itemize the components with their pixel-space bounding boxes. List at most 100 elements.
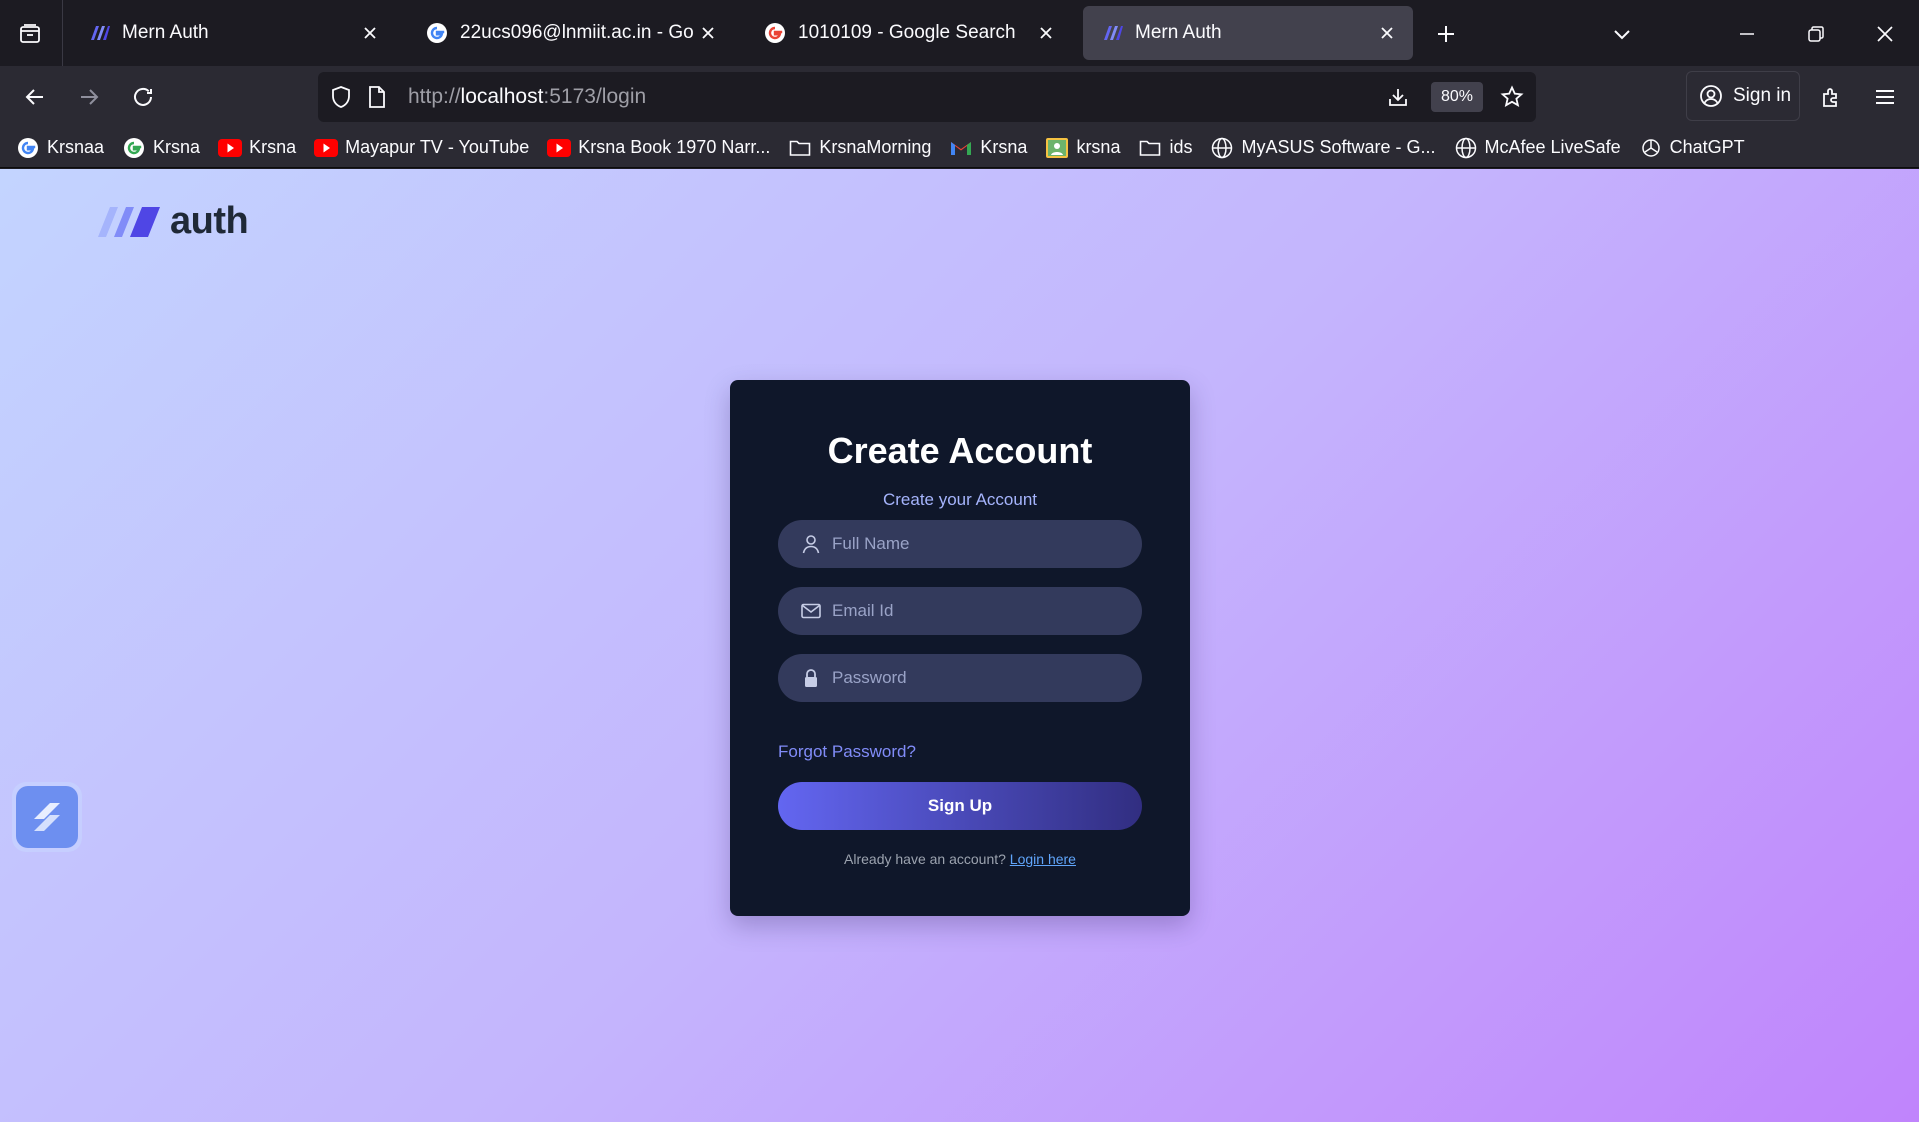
download-icon[interactable]	[1385, 84, 1411, 110]
gmail-icon	[949, 136, 973, 160]
bookmark-item[interactable]: Mayapur TV - YouTube	[314, 136, 529, 160]
google-icon	[764, 22, 786, 44]
widget-inner	[16, 786, 78, 848]
bookmark-label: MyASUS Software - G...	[1241, 137, 1436, 157]
youtube-icon	[314, 136, 339, 160]
chevron-down-icon	[1614, 30, 1630, 40]
bookmark-label: Krsnaa	[47, 137, 105, 157]
bookmark-label: McAfee LiveSafe	[1484, 137, 1621, 157]
firefox-view-button[interactable]	[12, 16, 48, 52]
globe-icon	[1210, 136, 1234, 160]
arrow-left-icon	[25, 89, 43, 105]
tab-strip: Mern Auth 22ucs096@lnmiit.ac.in - Google…	[0, 0, 1919, 66]
sign-in-button[interactable]: Sign in	[1686, 71, 1800, 121]
password-field[interactable]	[778, 654, 1142, 702]
sign-in-label: Sign in	[1733, 85, 1792, 106]
folder-icon	[1138, 136, 1162, 160]
tab-google-search[interactable]: 1010109 - Google Search	[746, 6, 1072, 60]
tab-mern-auth-1[interactable]: Mern Auth	[70, 6, 396, 60]
login-prompt: Already have an account? Login here	[730, 851, 1190, 867]
bookmark-label: KrsnaMorning	[819, 137, 932, 157]
login-here-link[interactable]: Login here	[1010, 851, 1076, 867]
firefox-view-icon	[20, 24, 40, 43]
arrow-right-icon	[81, 89, 99, 105]
bookmark-folder[interactable]: ids	[1138, 136, 1192, 160]
logo-text: auth	[170, 200, 249, 242]
contacts-icon	[1045, 136, 1069, 160]
url-host: localhost	[460, 85, 544, 108]
back-button[interactable]	[16, 78, 54, 116]
bookmark-item[interactable]: Krsna	[949, 136, 1027, 160]
address-bar[interactable]: http://localhost:5173/login 80%	[318, 72, 1536, 122]
bookmarks-toolbar: Krsnaa Krsna Krsna Mayapur TV - YouTube …	[0, 128, 1919, 168]
new-tab-button[interactable]	[1428, 16, 1464, 52]
lightning-slash-icon	[34, 803, 60, 831]
bookmark-item[interactable]: ChatGPT	[1639, 136, 1745, 160]
forward-button[interactable]	[70, 78, 108, 116]
tab-divider	[62, 0, 63, 66]
signup-card: Create Account Create your Account Forgo…	[730, 380, 1190, 916]
floating-extension-widget[interactable]	[12, 782, 82, 852]
tab-mern-auth-active[interactable]: Mern Auth	[1083, 6, 1413, 60]
tab-title: Mern Auth	[1135, 22, 1222, 43]
close-icon[interactable]	[694, 19, 722, 47]
bookmark-label: Mayapur TV - YouTube	[345, 137, 530, 157]
navigation-toolbar: http://localhost:5173/login 80% Sign in	[0, 66, 1919, 128]
close-icon[interactable]	[1373, 19, 1401, 47]
bookmark-folder[interactable]: KrsnaMorning	[788, 136, 931, 160]
zoom-level-badge[interactable]: 80%	[1431, 82, 1483, 112]
close-icon[interactable]	[1032, 19, 1060, 47]
bookmark-star-icon[interactable]	[1499, 84, 1525, 110]
bookmark-label: Krsna	[249, 137, 297, 157]
url-scheme: http://	[408, 85, 461, 108]
forgot-password-link[interactable]: Forgot Password?	[778, 742, 916, 762]
bookmark-item[interactable]: Krsnaa	[16, 136, 104, 160]
restore-button[interactable]	[1798, 16, 1834, 52]
sign-up-button[interactable]: Sign Up	[778, 782, 1142, 830]
close-icon[interactable]	[356, 19, 384, 47]
google-icon	[16, 136, 40, 160]
google-icon	[122, 136, 146, 160]
bookmark-item[interactable]: Krsna	[218, 136, 296, 160]
globe-icon	[1454, 136, 1478, 160]
password-input[interactable]	[832, 668, 1132, 688]
extensions-button[interactable]	[1812, 78, 1850, 116]
page-info-icon[interactable]	[364, 84, 390, 110]
full-name-input[interactable]	[832, 534, 1132, 554]
bookmark-item[interactable]: Krsna	[122, 136, 200, 160]
reload-button[interactable]	[124, 78, 162, 116]
url-text[interactable]: http://localhost:5173/login	[408, 85, 646, 109]
folder-icon	[788, 136, 812, 160]
tab-gmail[interactable]: 22ucs096@lnmiit.ac.in - Google	[408, 6, 734, 60]
list-all-tabs-button[interactable]	[1604, 16, 1640, 52]
minimize-button[interactable]	[1729, 16, 1765, 52]
reload-icon	[134, 87, 152, 106]
page-viewport: auth Create Account Create your Account …	[0, 169, 1919, 1122]
bookmark-label: Krsna Book 1970 Narr...	[578, 137, 771, 157]
account-icon	[1700, 85, 1722, 107]
card-title: Create Account	[827, 430, 1093, 471]
minimize-icon	[1740, 33, 1754, 35]
app-menu-button[interactable]	[1866, 78, 1904, 116]
mern-auth-logo-icon	[1101, 22, 1123, 44]
email-input[interactable]	[832, 601, 1132, 621]
close-icon	[1877, 26, 1893, 42]
plus-icon	[1438, 26, 1454, 42]
app-logo[interactable]: auth	[96, 200, 249, 243]
bookmark-label: Krsna	[980, 137, 1028, 157]
logo-mark-icon	[98, 206, 160, 237]
bookmark-item[interactable]: McAfee LiveSafe	[1454, 136, 1621, 160]
email-field[interactable]	[778, 587, 1142, 635]
chatgpt-icon	[1639, 136, 1663, 160]
bookmark-item[interactable]: MyASUS Software - G...	[1210, 136, 1436, 160]
lock-icon	[800, 667, 822, 689]
tracking-protection-shield-icon[interactable]	[328, 84, 354, 110]
full-name-field[interactable]	[778, 520, 1142, 568]
google-icon	[426, 22, 448, 44]
bookmark-item[interactable]: krsna	[1045, 136, 1120, 160]
bookmark-label: krsna	[1076, 137, 1121, 157]
close-window-button[interactable]	[1867, 16, 1903, 52]
tab-title: Mern Auth	[122, 22, 209, 43]
bookmark-item[interactable]: Krsna Book 1970 Narr...	[547, 136, 770, 160]
bookmark-label: Krsna	[153, 137, 201, 157]
